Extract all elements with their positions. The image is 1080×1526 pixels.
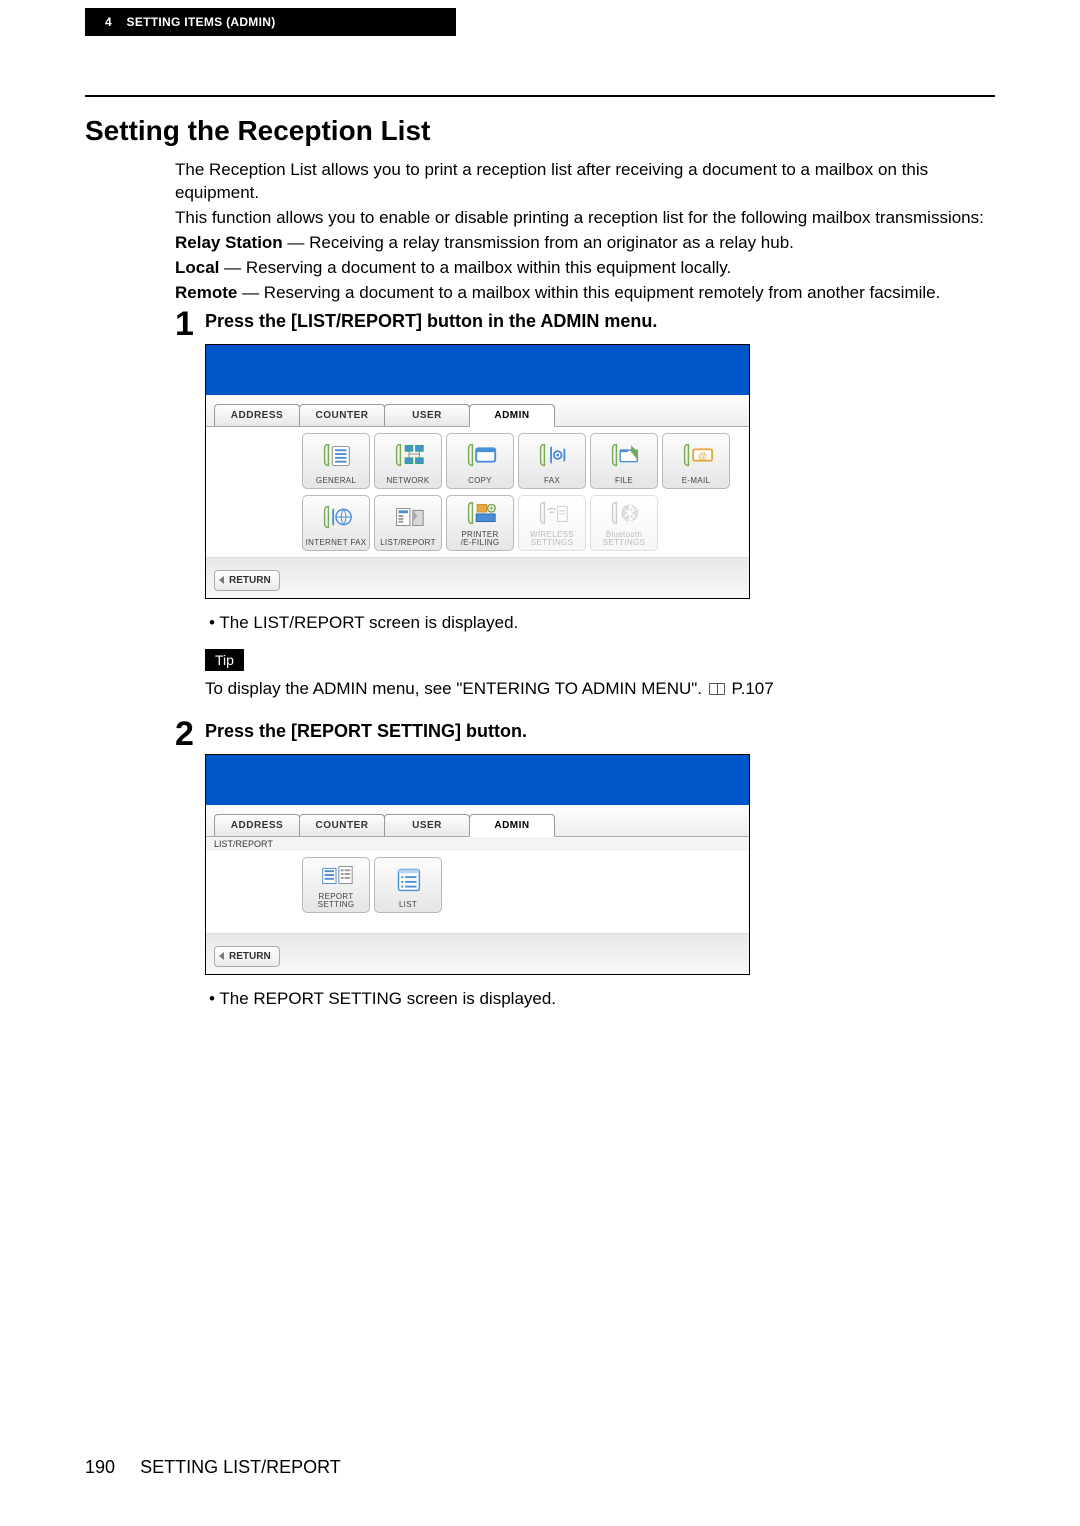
return-button[interactable]: RETURN xyxy=(214,570,280,591)
step-2-title: Press the [REPORT SETTING] button. xyxy=(205,721,995,742)
intro-remote: Remote — Reserving a document to a mailb… xyxy=(175,282,995,305)
bluetooth-icon xyxy=(591,496,657,531)
chapter-label: SETTING ITEMS (ADMIN) xyxy=(127,15,276,29)
footer-section: SETTING LIST/REPORT xyxy=(140,1457,341,1477)
chapter-number: 4 xyxy=(105,15,112,29)
tabs-row: ADDRESS COUNTER USER ADMIN xyxy=(206,805,749,837)
general-button[interactable]: GENERAL xyxy=(302,433,370,489)
spacer xyxy=(212,495,298,551)
step-1-number: 1 xyxy=(175,307,205,717)
copy-icon xyxy=(447,434,513,477)
tab-address[interactable]: ADDRESS xyxy=(214,814,300,836)
fax-button[interactable]: FAX xyxy=(518,433,586,489)
svg-text:@: @ xyxy=(698,451,708,462)
tab-counter[interactable]: COUNTER xyxy=(299,814,385,836)
general-icon xyxy=(303,434,369,477)
tip-text: To display the ADMIN menu, see "ENTERING… xyxy=(205,679,995,699)
book-icon xyxy=(709,683,725,695)
list-icon xyxy=(375,858,441,901)
network-icon xyxy=(375,434,441,477)
screen-header-blue xyxy=(206,755,749,805)
return-button[interactable]: RETURN xyxy=(214,946,280,967)
wireless-settings-button[interactable]: WIRELESSSETTINGS xyxy=(518,495,586,551)
step-2-bullet: The REPORT SETTING screen is displayed. xyxy=(209,989,995,1009)
report-setting-button[interactable]: REPORT SETTING xyxy=(302,857,370,913)
tab-address[interactable]: ADDRESS xyxy=(214,404,300,426)
list-report-button[interactable]: LIST/REPORT xyxy=(374,495,442,551)
spacer xyxy=(212,433,298,489)
report-setting-icon xyxy=(303,858,369,893)
admin-menu-screen: ADDRESS COUNTER USER ADMIN GENERAL xyxy=(205,344,750,599)
internet-fax-icon xyxy=(303,496,369,539)
bluetooth-settings-button[interactable]: BluetoothSETTINGS xyxy=(590,495,658,551)
admin-icon-row-1: GENERAL NETWORK COPY xyxy=(206,427,749,495)
intro-relay: Relay Station — Receiving a relay transm… xyxy=(175,232,995,255)
fax-icon xyxy=(519,434,585,477)
step-2-number: 2 xyxy=(175,717,205,1021)
bottom-bar: RETURN xyxy=(206,557,749,598)
list-report-icon-row: REPORT SETTING LIST xyxy=(206,851,749,933)
screen-header-blue xyxy=(206,345,749,395)
copy-button[interactable]: COPY xyxy=(446,433,514,489)
intro-local: Local — Reserving a document to a mailbo… xyxy=(175,257,995,280)
bottom-bar: RETURN xyxy=(206,933,749,974)
divider xyxy=(85,95,995,97)
email-icon: @ xyxy=(663,434,729,477)
file-icon xyxy=(591,434,657,477)
tab-counter[interactable]: COUNTER xyxy=(299,404,385,426)
breadcrumb: LIST/REPORT xyxy=(206,837,749,851)
printer-efiling-button[interactable]: PRINTER/E-FILING xyxy=(446,495,514,551)
spacer xyxy=(212,857,298,913)
intro-p1: The Reception List allows you to print a… xyxy=(175,159,995,205)
list-report-screen: ADDRESS COUNTER USER ADMIN LIST/REPORT R… xyxy=(205,754,750,975)
tab-admin[interactable]: ADMIN xyxy=(469,404,555,427)
file-button[interactable]: FILE xyxy=(590,433,658,489)
list-report-icon xyxy=(375,496,441,539)
wireless-icon xyxy=(519,496,585,531)
printer-efiling-icon xyxy=(447,496,513,531)
network-button[interactable]: NETWORK xyxy=(374,433,442,489)
page-title: Setting the Reception List xyxy=(85,115,995,147)
admin-icon-row-2: INTERNET FAX LIST/REPORT PRINTER/E-FILIN… xyxy=(206,495,749,557)
step-1-bullet: The LIST/REPORT screen is displayed. xyxy=(209,613,995,633)
tab-admin[interactable]: ADMIN xyxy=(469,814,555,837)
tip-label: Tip xyxy=(205,649,244,671)
intro-p2: This function allows you to enable or di… xyxy=(175,207,995,230)
tab-user[interactable]: USER xyxy=(384,404,470,426)
chapter-header: 4 SETTING ITEMS (ADMIN) xyxy=(85,8,456,36)
list-button[interactable]: LIST xyxy=(374,857,442,913)
step-1-title: Press the [LIST/REPORT] button in the AD… xyxy=(205,311,995,332)
intro-block: The Reception List allows you to print a… xyxy=(175,159,995,305)
email-button[interactable]: @ E-MAIL xyxy=(662,433,730,489)
tabs-row: ADDRESS COUNTER USER ADMIN xyxy=(206,395,749,427)
page-footer: 190 SETTING LIST/REPORT xyxy=(85,1457,341,1478)
internet-fax-button[interactable]: INTERNET FAX xyxy=(302,495,370,551)
page-number: 190 xyxy=(85,1457,115,1477)
tab-user[interactable]: USER xyxy=(384,814,470,836)
